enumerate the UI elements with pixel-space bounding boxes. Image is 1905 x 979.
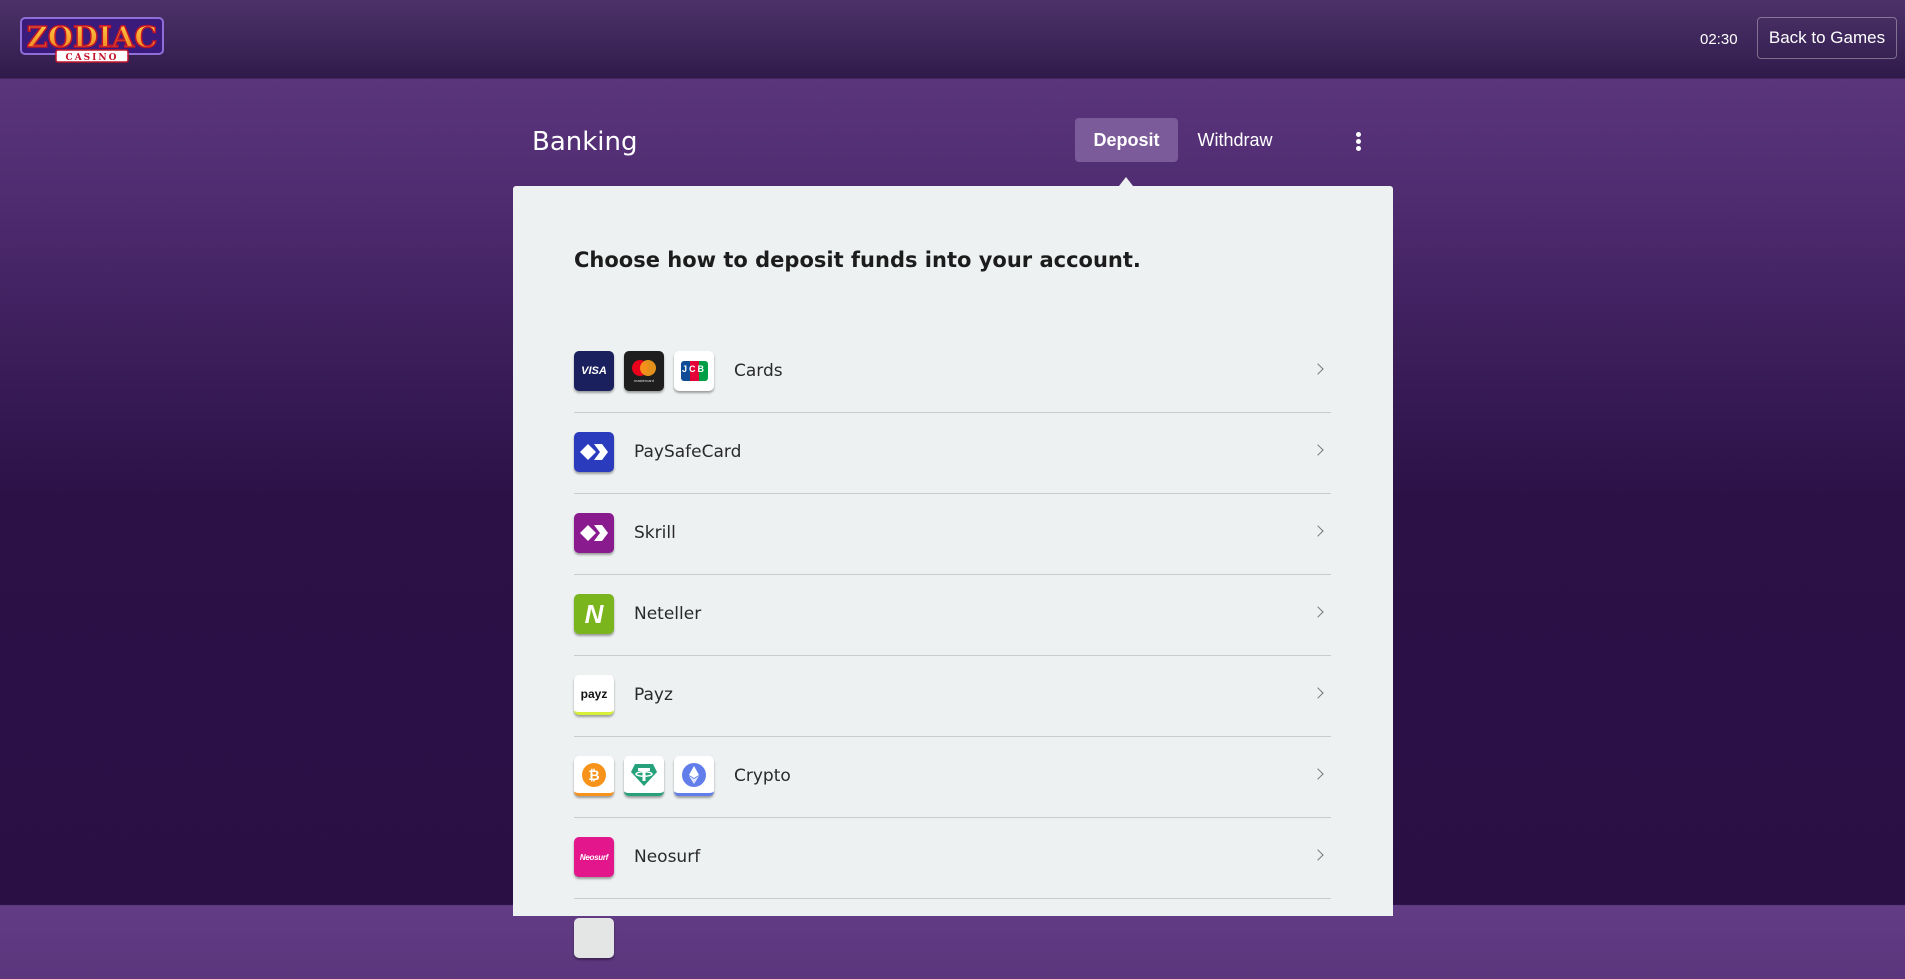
method-row-cards[interactable]: VISA mastercard JCB Cards	[574, 332, 1331, 413]
page-title: Banking	[532, 127, 638, 157]
active-tab-indicator	[1119, 177, 1133, 186]
bitcoin-icon: ₿	[574, 756, 614, 796]
back-to-games-button[interactable]: Back to Games	[1757, 17, 1897, 59]
tether-icon	[624, 756, 664, 796]
ethereum-icon	[674, 756, 714, 796]
clock: 02:30	[1700, 31, 1738, 48]
deposit-panel: Choose how to deposit funds into your ac…	[513, 186, 1393, 958]
skrill-icon	[574, 513, 614, 553]
chevron-right-icon	[1312, 525, 1324, 537]
method-row-partial[interactable]	[574, 899, 1331, 979]
method-label: Neosurf	[634, 847, 701, 867]
method-icons: VISA mastercard JCB	[574, 351, 724, 391]
chevron-right-icon	[1312, 849, 1324, 861]
payment-method-list: VISA mastercard JCB Cards PaySafeCard Sk…	[574, 332, 1331, 979]
chevron-right-icon	[1312, 768, 1324, 780]
payz-icon: payz	[574, 675, 614, 715]
neteller-icon: N	[574, 594, 614, 634]
method-label: Payz	[634, 685, 673, 705]
method-label: Neteller	[634, 604, 702, 624]
neteller-icon-text: N	[584, 598, 604, 629]
chevron-right-icon	[1312, 606, 1324, 618]
paysafecard-icon	[574, 432, 614, 472]
chevron-right-icon	[1312, 444, 1324, 456]
method-icons: ₿	[574, 756, 724, 796]
method-label: Skrill	[634, 523, 676, 543]
jcb-icon-text: JCB	[681, 364, 706, 374]
partial-method-icon	[574, 918, 614, 958]
logo-title: ZODIAC	[27, 20, 158, 54]
method-label: Cards	[734, 361, 783, 381]
top-bar: ZODIAC CASINO 02:30 Back to Games	[0, 0, 1905, 78]
method-row-payz[interactable]: payz Payz	[574, 656, 1331, 737]
method-label: PaySafeCard	[634, 442, 742, 462]
visa-icon: VISA	[574, 351, 614, 391]
jcb-icon: JCB	[674, 351, 714, 391]
method-row-skrill[interactable]: Skrill	[574, 494, 1331, 575]
tab-withdraw[interactable]: Withdraw	[1190, 118, 1280, 162]
zodiac-casino-logo[interactable]: ZODIAC CASINO	[20, 15, 164, 63]
method-icons	[574, 513, 624, 553]
payz-icon-text: payz	[580, 686, 608, 701]
neosurf-icon-text: Neosurf	[579, 852, 609, 862]
chevron-right-icon	[1312, 363, 1324, 375]
tab-deposit[interactable]: Deposit	[1075, 118, 1178, 162]
mastercard-icon-text: mastercard	[633, 378, 654, 383]
more-vertical-icon[interactable]	[1349, 124, 1369, 158]
method-row-crypto[interactable]: ₿ Crypto	[574, 737, 1331, 818]
bitcoin-symbol: ₿	[588, 768, 599, 784]
method-row-neosurf[interactable]: Neosurf Neosurf	[574, 818, 1331, 899]
method-label: Crypto	[734, 766, 791, 786]
neosurf-icon: Neosurf	[574, 837, 614, 877]
visa-icon-text: VISA	[581, 365, 607, 377]
logo-subtitle: CASINO	[66, 53, 119, 63]
method-icons	[574, 918, 624, 958]
method-icons: N	[574, 594, 624, 634]
method-icons: payz	[574, 675, 624, 715]
method-row-neteller[interactable]: N Neteller	[574, 575, 1331, 656]
panel-heading: Choose how to deposit funds into your ac…	[574, 248, 1141, 272]
logo-graphic: ZODIAC CASINO	[20, 17, 164, 63]
mastercard-icon: mastercard	[624, 351, 664, 391]
method-icons	[574, 432, 624, 472]
mastercard-circles	[632, 360, 656, 376]
method-row-paysafecard[interactable]: PaySafeCard	[574, 413, 1331, 494]
chevron-right-icon	[1312, 687, 1324, 699]
method-icons: Neosurf	[574, 837, 624, 877]
